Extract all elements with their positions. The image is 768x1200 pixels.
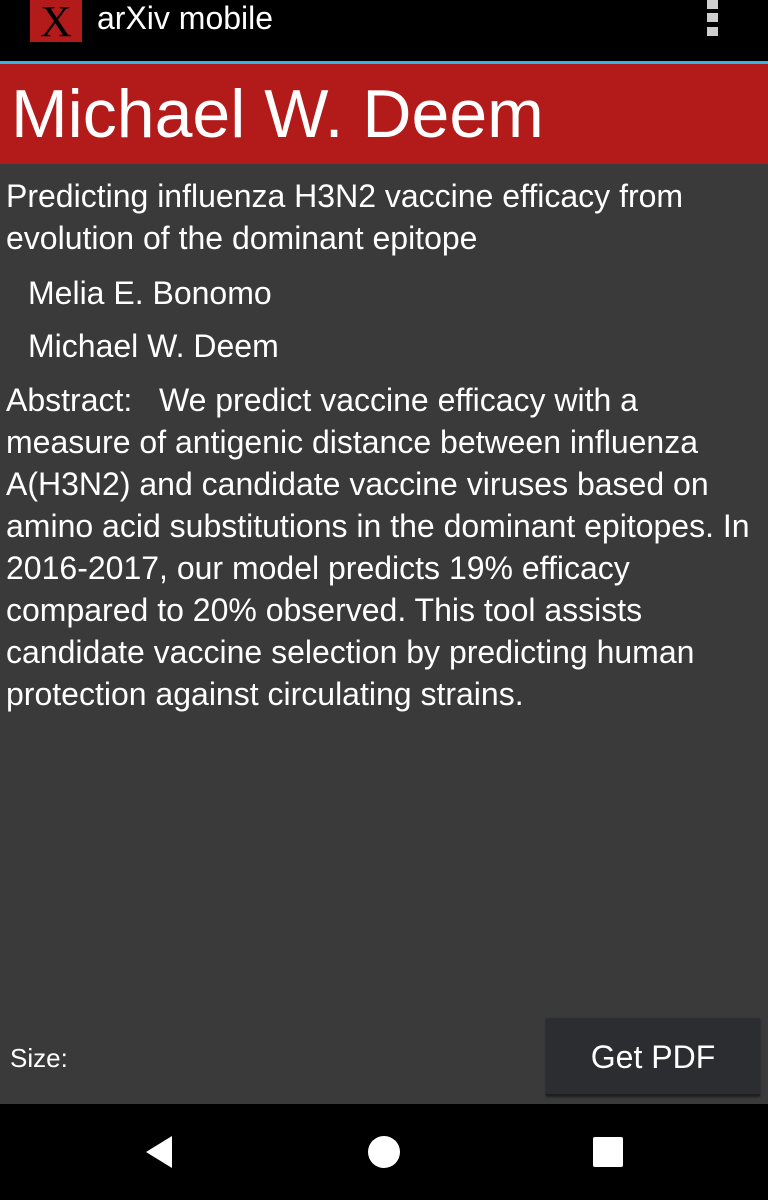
recents-square-icon[interactable] [560,1104,656,1200]
home-circle-icon[interactable] [336,1104,432,1200]
app-title: arXiv mobile [97,0,274,36]
abstract-label: Abstract: [6,382,159,418]
menu-dot [707,0,718,9]
get-pdf-button[interactable]: Get PDF [546,1018,760,1096]
action-bar: X arXiv mobile [0,0,768,61]
author-header-name: Michael W. Deem [11,76,544,152]
back-triangle-icon[interactable] [112,1104,208,1200]
paper-title: Predicting influenza H3N2 vaccine effica… [6,178,684,256]
abstract: Abstract: We predict vaccine efficacy wi… [6,379,751,715]
arxiv-logo-icon[interactable]: X [30,0,82,42]
navigation-bar [0,1104,768,1200]
author-header: Michael W. Deem [0,64,768,164]
screen: X arXiv mobile Michael W. Deem Predictin… [0,0,768,1200]
author-list: Melia E. Bonomo Michael W. Deem [6,267,756,373]
author-item[interactable]: Michael W. Deem [6,320,756,373]
author-item[interactable]: Melia E. Bonomo [6,267,756,320]
paper-detail: Predicting influenza H3N2 vaccine effica… [6,175,756,715]
abstract-text: We predict vaccine efficacy with a measu… [6,382,750,712]
menu-dot [707,27,718,36]
more-vertical-icon[interactable] [700,0,728,40]
size-label: Size: [10,1043,68,1073]
logo-letter: X [40,0,72,42]
menu-dot [707,13,718,22]
